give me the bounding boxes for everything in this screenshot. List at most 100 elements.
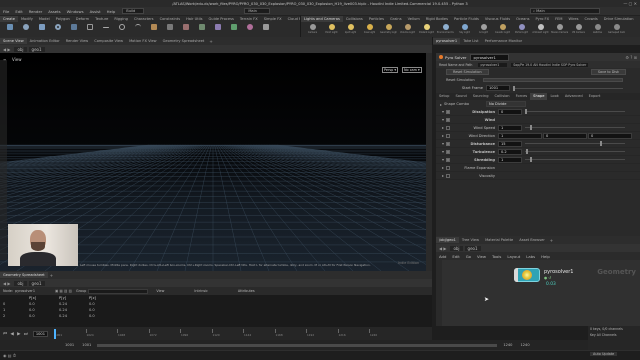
shelf-tool-box[interactable] [3, 24, 17, 36]
main-selector[interactable]: Main [244, 8, 270, 14]
shelf-tab[interactable]: Terrain FX [237, 16, 261, 22]
shelf-tool-font[interactable] [195, 24, 209, 36]
shelf-tool[interactable]: Stereo Camera [551, 24, 568, 36]
shelf-tool[interactable]: Caustic Light [494, 24, 511, 36]
shelf-tab[interactable]: Wires [566, 16, 582, 22]
param-field[interactable]: 0.2 [498, 148, 522, 155]
slider-knob[interactable] [600, 141, 602, 146]
menu-file[interactable]: File [0, 9, 12, 14]
pyrosolver-node[interactable] [514, 268, 540, 284]
param-checkbox[interactable] [446, 109, 450, 114]
shelf-tool[interactable]: Switcher [589, 24, 606, 36]
param-checkbox[interactable] [446, 165, 450, 170]
shelf-tool[interactable]: VR Camera [570, 24, 587, 36]
shelf-tab[interactable]: Modify [18, 16, 36, 22]
shelf-tab[interactable]: Particle Fluids [451, 16, 482, 22]
shelf-tab[interactable]: Cloud FX [285, 16, 300, 22]
auto-update-button[interactable]: Auto Update [590, 352, 618, 356]
param-checkbox[interactable] [446, 133, 450, 138]
shelf-tool-curve[interactable] [131, 24, 145, 36]
param-tab[interactable]: Look [547, 93, 561, 100]
param-slider[interactable] [525, 125, 625, 130]
node-flag-left[interactable] [514, 268, 518, 282]
back-arrow-icon[interactable]: ◀ ▶ [3, 47, 10, 52]
shelf-tab[interactable]: Simple FX [261, 16, 285, 22]
shelf-tool-null[interactable] [83, 24, 97, 36]
slider-knob[interactable] [530, 125, 532, 130]
param-checkbox[interactable] [446, 125, 450, 130]
shelf-tab[interactable]: Crowds [582, 16, 601, 22]
network-path-node[interactable]: geo1 [464, 245, 481, 251]
timeline-track[interactable]: 1001 1024 1048 1072 1096 1120 1144 1168 1192 1216… [54, 328, 377, 339]
shelf-tool-torus[interactable] [51, 24, 65, 36]
key-all-button[interactable]: Key All Channels [588, 332, 640, 338]
param-slider[interactable] [525, 109, 625, 114]
pane-tab[interactable]: Render View [63, 38, 91, 44]
shelf-tool-line[interactable] [99, 24, 113, 36]
menu-render[interactable]: Render [26, 9, 46, 14]
pane-tab-parameters[interactable]: pyrosolver1 [433, 38, 461, 44]
shape-combo-menu[interactable]: No Divide [486, 101, 527, 107]
sheet-path-node[interactable]: geo1 [28, 280, 45, 286]
start-frame-field[interactable]: 1001 [486, 85, 510, 91]
shelf-tool-grid[interactable] [67, 24, 81, 36]
slider-knob[interactable] [513, 85, 515, 91]
param-tab[interactable]: Shape [530, 93, 548, 100]
persp-menu[interactable]: Persp ▾ [382, 67, 399, 73]
menu-assist[interactable]: Assist [87, 9, 104, 14]
pane-tab[interactable]: Composite View [91, 38, 126, 44]
tab-network-path[interactable]: /obj/geo1 [436, 237, 459, 243]
path-node[interactable]: geo1 [28, 46, 45, 52]
param-checkbox[interactable] [446, 157, 450, 162]
pane-tab[interactable]: Scene View [0, 38, 27, 44]
save-to-disk-button[interactable]: Save to Disk [590, 69, 626, 75]
slider-knob[interactable] [530, 157, 532, 162]
shelf-tab[interactable]: Lights and Cameras [301, 16, 343, 22]
network-menu-help[interactable]: Help [538, 254, 553, 259]
sheet-node-field[interactable]: pyrosolver1 [15, 289, 35, 293]
param-field[interactable]: 0 [498, 108, 522, 115]
pane-tab[interactable]: Motion FX View [126, 38, 160, 44]
range-start-b[interactable]: 1001 [82, 343, 91, 347]
playhead[interactable] [54, 328, 56, 339]
shelf-tab[interactable]: Hair Utils [183, 16, 205, 22]
network-menu-view[interactable]: View [474, 254, 489, 259]
shelf-tool-lsystem[interactable] [227, 24, 241, 36]
camera-menu[interactable]: No cam ▾ [402, 67, 422, 73]
shelf-tab[interactable]: Deform [73, 16, 92, 22]
reset-simulation-button[interactable]: Reset Simulation [446, 69, 489, 75]
slider-knob[interactable] [525, 109, 527, 114]
param-tab[interactable]: Setup [436, 93, 452, 100]
expand-shape-combo[interactable]: ▸ [440, 102, 442, 107]
param-slider[interactable] [525, 141, 625, 146]
sheet-back-icon[interactable]: ◀ ▶ [3, 281, 10, 286]
menu-assets[interactable]: Assets [45, 9, 63, 14]
param-field[interactable]: 15 [498, 140, 522, 147]
status-icons[interactable]: ◉ ▤ ⏱ [3, 353, 16, 358]
network-menu-layout[interactable]: Layout [504, 254, 523, 259]
shelf-tool[interactable]: Gamepad Camera [608, 24, 625, 36]
shelf-tab[interactable]: Pyro FX [533, 16, 553, 22]
param-tab[interactable]: Collision [492, 93, 513, 100]
shelf-tab[interactable]: Characters [131, 16, 157, 22]
param-field[interactable]: 1 [498, 132, 542, 139]
tab-asset-browser[interactable]: Asset Browser [516, 237, 548, 243]
shelf-tool-path[interactable] [163, 24, 177, 36]
shelf-tool-file[interactable] [259, 24, 273, 36]
range-end-a[interactable]: 1240 [503, 343, 512, 347]
param-tab[interactable]: Export [586, 93, 604, 100]
menu-edit[interactable]: Edit [12, 9, 25, 14]
param-slider[interactable] [525, 157, 625, 162]
param-field-z[interactable]: 0 [588, 132, 632, 139]
shelf-tool[interactable]: Sky Light [456, 24, 473, 36]
shelf-tab[interactable]: Vellum [405, 16, 423, 22]
network-menu-edit[interactable]: Edit [449, 254, 462, 259]
add-pane-tab-icon[interactable]: + [209, 39, 212, 44]
pane-tab[interactable]: Animation Editor [27, 38, 63, 44]
shelf-tab[interactable]: Oceans [513, 16, 532, 22]
shelf-tab[interactable]: FEM [552, 16, 565, 22]
shelf-tool[interactable]: Gl Light [475, 24, 492, 36]
search-field[interactable]: ⌕ Main [530, 8, 600, 14]
range-end-b[interactable]: 1240 [520, 343, 529, 347]
shelf-tool[interactable]: Spot Light [342, 24, 359, 36]
